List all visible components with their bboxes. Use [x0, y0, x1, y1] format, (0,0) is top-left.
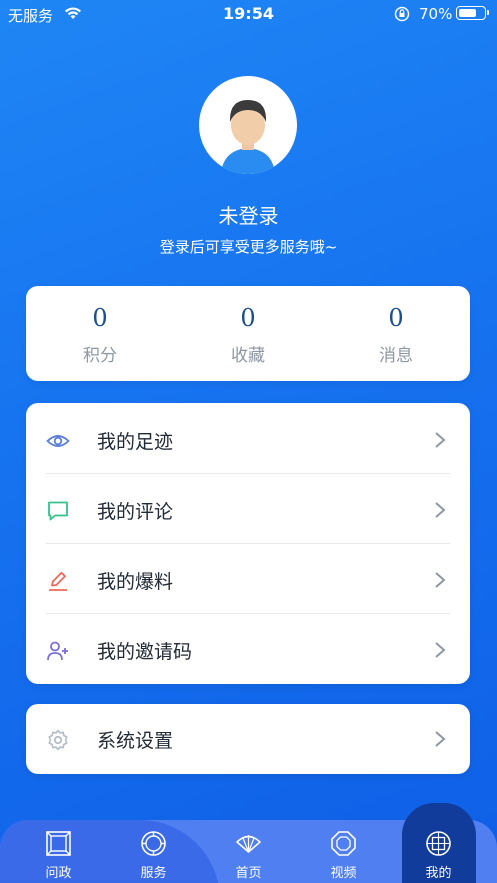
circle-badge-icon [141, 831, 166, 856]
menu-item-footprints[interactable]: 我的足迹 [26, 405, 470, 475]
stat-value: 0 [92, 304, 108, 332]
eye-icon [46, 435, 70, 447]
menu-item-tips[interactable]: 我的爆料 [26, 545, 470, 615]
stats-card: 0 积分 0 收藏 0 消息 [26, 286, 470, 381]
divider [46, 543, 450, 544]
chevron-right-icon [435, 502, 446, 518]
edit-icon [49, 571, 67, 591]
gear-icon [48, 729, 68, 751]
settings-card: 系统设置 [26, 704, 470, 774]
stat-label: 收藏 [231, 346, 265, 366]
tab-label: 我的 [425, 866, 452, 881]
login-hint: 登录后可享受更多服务哦~ [159, 238, 338, 256]
menu-item-label: 我的评论 [97, 501, 174, 523]
tab-home[interactable]: 首页 [201, 820, 296, 883]
chevron-right-icon [435, 731, 446, 747]
tab-video[interactable]: 视频 [296, 820, 391, 883]
login-status-title[interactable]: 未登录 [0, 200, 497, 229]
octagon-icon [331, 831, 356, 856]
stat-favorites[interactable]: 0 收藏 [174, 286, 322, 381]
default-avatar-icon [221, 100, 275, 174]
stat-value: 0 [388, 304, 404, 332]
stat-messages[interactable]: 0 消息 [322, 286, 470, 381]
tab-services[interactable]: 服务 [106, 820, 201, 883]
avatar[interactable] [199, 76, 297, 174]
chevron-right-icon [435, 572, 446, 588]
chevron-right-icon [435, 432, 446, 448]
menu-item-label: 我的足迹 [97, 431, 174, 453]
stat-label: 积分 [83, 346, 117, 366]
divider [46, 613, 450, 614]
tab-mine[interactable]: 我的 [391, 820, 486, 883]
chevron-right-icon [435, 642, 446, 658]
fan-icon [236, 835, 261, 853]
menu-item-label: 系统设置 [97, 730, 174, 752]
battery-percent: 70% [419, 5, 453, 23]
menu-item-settings[interactable]: 系统设置 [26, 704, 470, 774]
battery-icon [456, 6, 489, 20]
tab-wenzheng[interactable]: 问政 [11, 820, 106, 883]
stat-points[interactable]: 0 积分 [26, 286, 174, 381]
divider [46, 473, 450, 474]
menu-card: 我的足迹 我的评论 我的爆料 我的邀请码 [26, 403, 470, 684]
tab-label: 视频 [330, 866, 357, 881]
stat-label: 消息 [379, 346, 413, 366]
rotation-lock-icon [394, 6, 410, 22]
status-bar: 无服务 19:54 70% [0, 0, 497, 28]
menu-item-invite-code[interactable]: 我的邀请码 [26, 615, 470, 685]
menu-item-label: 我的爆料 [97, 571, 174, 593]
tab-label: 首页 [235, 866, 262, 881]
stat-value: 0 [240, 304, 256, 332]
menu-item-comments[interactable]: 我的评论 [26, 475, 470, 545]
tab-label: 问政 [45, 866, 72, 881]
comment-icon [48, 501, 68, 521]
tab-label: 服务 [140, 866, 167, 881]
add-user-icon [47, 641, 68, 661]
menu-item-label: 我的邀请码 [97, 641, 193, 663]
frame-icon [46, 831, 71, 856]
lattice-icon [426, 831, 451, 856]
